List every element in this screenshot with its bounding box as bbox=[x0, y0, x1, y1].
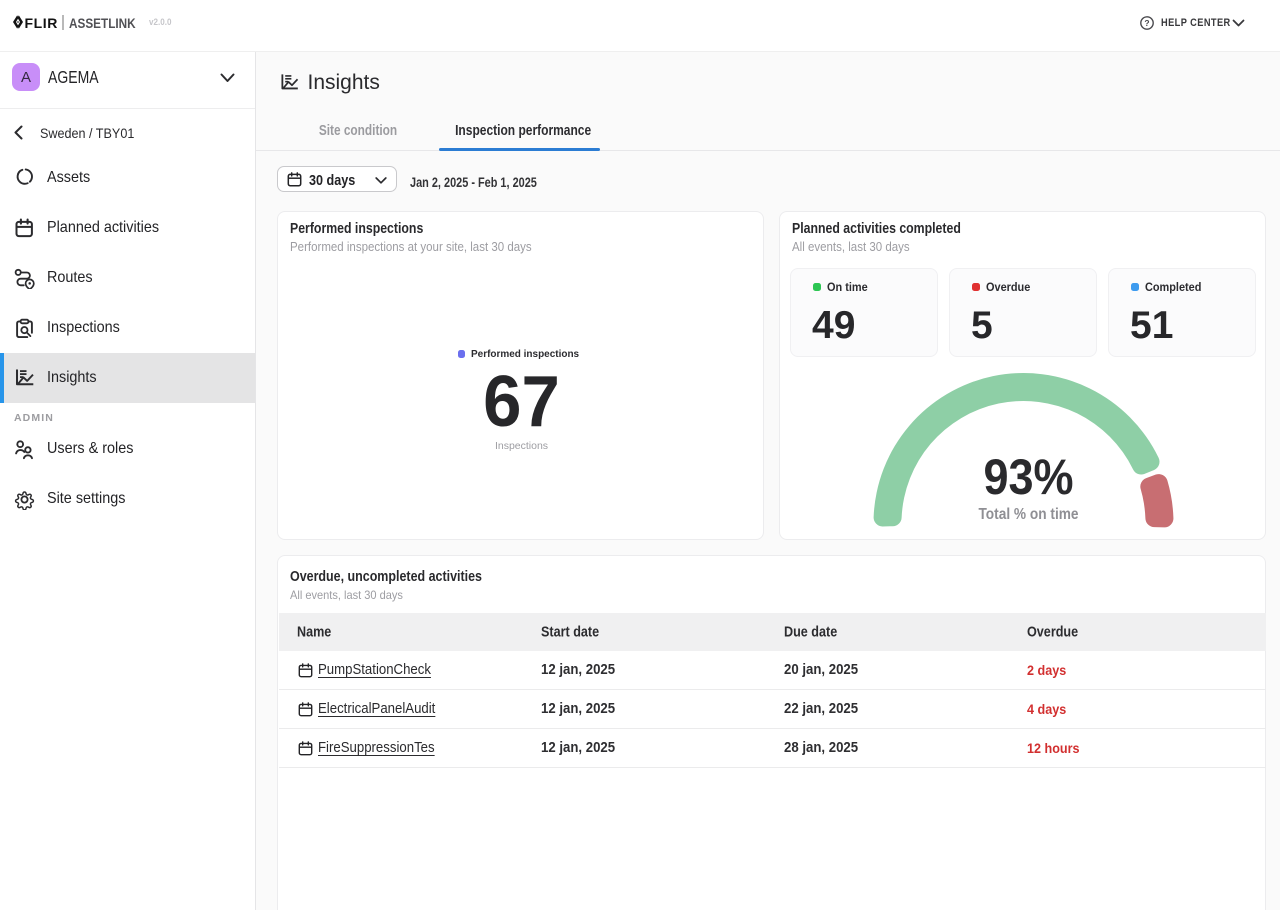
svg-text:?: ? bbox=[1144, 18, 1149, 28]
